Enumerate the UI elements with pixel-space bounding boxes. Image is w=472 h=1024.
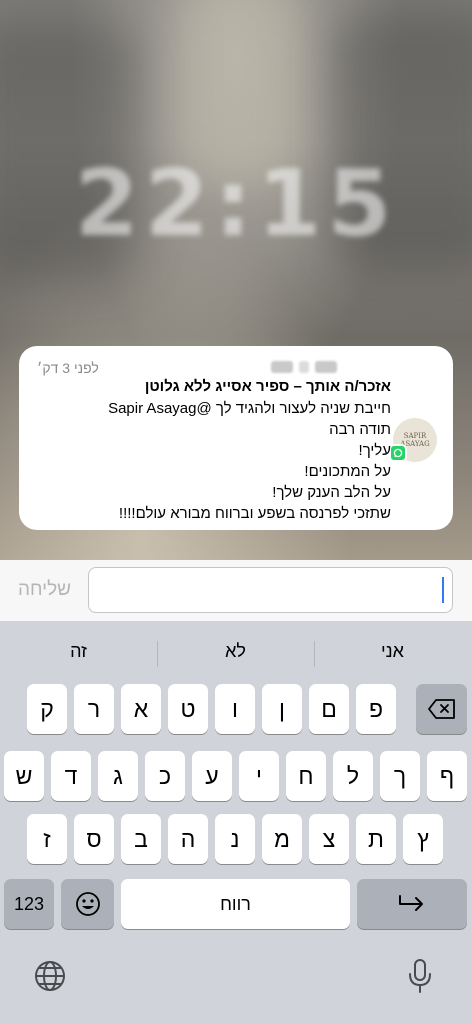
notification-line: חייבת שניה לעצור ולהגיד לך @Sapir Asayag bbox=[108, 400, 391, 417]
key-letter[interactable]: ה bbox=[168, 814, 208, 864]
emoji-icon bbox=[75, 892, 100, 916]
key-letter[interactable]: נ bbox=[215, 814, 255, 864]
return-key[interactable] bbox=[357, 879, 467, 929]
delete-icon bbox=[427, 699, 455, 719]
keyboard: זה לא אני ק ר א ט ו ן ם פ ש ד ג כ ע י ח … bbox=[0, 621, 472, 1024]
key-letter[interactable]: ם bbox=[309, 684, 349, 734]
key-letter[interactable]: ש bbox=[4, 751, 44, 801]
redacted-sender bbox=[271, 361, 391, 375]
key-letter[interactable]: י bbox=[239, 751, 279, 801]
text-cursor bbox=[442, 577, 444, 603]
key-letter[interactable]: ע bbox=[192, 751, 232, 801]
key-letter[interactable]: ן bbox=[262, 684, 302, 734]
numbers-key[interactable]: 123 bbox=[4, 879, 54, 929]
key-letter[interactable]: כ bbox=[145, 751, 185, 801]
key-letter[interactable]: ז bbox=[27, 814, 67, 864]
return-icon bbox=[399, 895, 423, 911]
key-letter[interactable]: ץ bbox=[403, 814, 443, 864]
whatsapp-icon bbox=[389, 444, 407, 462]
notification-card[interactable]: לפני 3 דק׳ SAPIR ASAYAG אזכר/ה אותך – ספ… bbox=[19, 346, 453, 530]
key-letter[interactable]: ח bbox=[286, 751, 326, 801]
key-letter[interactable]: ט bbox=[168, 684, 208, 734]
notification-line: על הלב הענק שלך! bbox=[272, 484, 391, 501]
notification-body: חייבת שניה לעצור ולהגיד לך @Sapir Asayag… bbox=[31, 398, 391, 524]
suggestion-item[interactable]: לא bbox=[157, 631, 314, 671]
space-key[interactable]: רווח bbox=[121, 879, 350, 929]
key-letter[interactable]: ך bbox=[380, 751, 420, 801]
key-letter[interactable]: ת bbox=[356, 814, 396, 864]
send-button[interactable]: שליחה bbox=[18, 579, 71, 601]
notification-line: שתזכי לפרנסה בשפע וברווח מבורא עולם!!!! bbox=[118, 505, 391, 522]
notification-line: עליך! bbox=[358, 442, 391, 459]
key-letter[interactable]: ר bbox=[74, 684, 114, 734]
notification-line: על המתכונים! bbox=[304, 463, 391, 480]
reply-input[interactable] bbox=[88, 567, 453, 613]
key-letter[interactable]: ו bbox=[215, 684, 255, 734]
emoji-key[interactable] bbox=[61, 879, 114, 929]
microphone-icon[interactable] bbox=[400, 956, 440, 996]
key-letter[interactable]: ב bbox=[121, 814, 161, 864]
key-letter[interactable]: ג bbox=[98, 751, 138, 801]
notification-time: לפני 3 דק׳ bbox=[37, 360, 99, 376]
key-letter[interactable]: א bbox=[121, 684, 161, 734]
suggestion-item[interactable]: אני bbox=[314, 631, 471, 671]
suggestion-bar: זה לא אני bbox=[0, 631, 472, 671]
globe-icon[interactable] bbox=[30, 956, 70, 996]
key-letter[interactable]: ף bbox=[427, 751, 467, 801]
key-letter[interactable]: מ bbox=[262, 814, 302, 864]
key-letter[interactable]: ס bbox=[74, 814, 114, 864]
key-letter[interactable]: ל bbox=[333, 751, 373, 801]
notification-title: אזכר/ה אותך – ספיר אסייג ללא גלוטן bbox=[144, 378, 391, 395]
suggestion-item[interactable]: זה bbox=[0, 631, 157, 671]
key-letter[interactable]: צ bbox=[309, 814, 349, 864]
key-letter[interactable]: ק bbox=[27, 684, 67, 734]
key-letter[interactable]: ד bbox=[51, 751, 91, 801]
notification-line: תודה רבה bbox=[329, 421, 391, 438]
key-letter[interactable]: פ bbox=[356, 684, 396, 734]
lock-screen-clock: 22:15 bbox=[74, 150, 398, 257]
delete-key[interactable] bbox=[416, 684, 467, 734]
